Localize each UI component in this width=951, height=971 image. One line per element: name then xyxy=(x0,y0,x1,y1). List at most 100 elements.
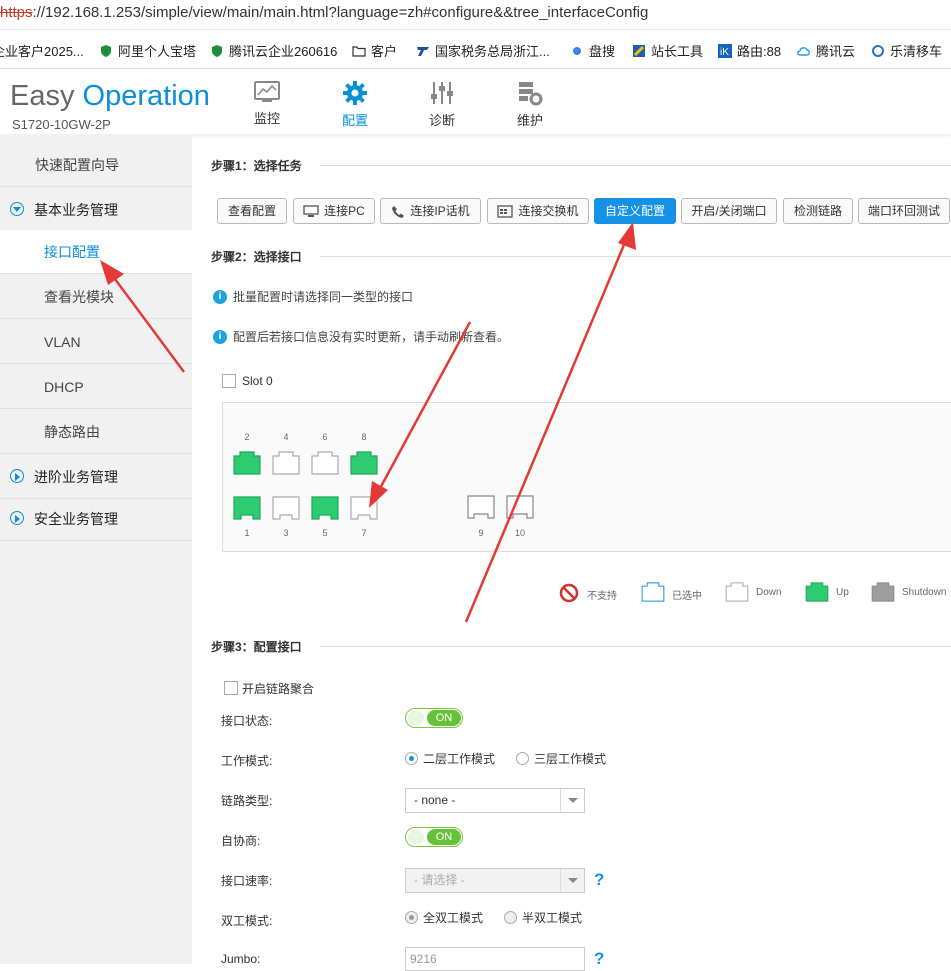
port-number: 8 xyxy=(361,432,367,442)
info-text: 配置后若接口信息没有实时更新，请手动刷新查看。 xyxy=(233,330,510,344)
nav-diagnose[interactable]: 诊断 xyxy=(412,80,472,129)
bookmark-item[interactable]: 乐清移车 xyxy=(871,41,942,60)
task-view-config-button[interactable]: 查看配置 xyxy=(217,198,287,224)
shield-icon xyxy=(212,44,222,57)
nav-label: 维护 xyxy=(516,113,543,128)
port-down-icon xyxy=(350,496,378,520)
legend-up-port xyxy=(805,582,829,605)
cloud-icon xyxy=(797,46,810,56)
brand-operation: Operation xyxy=(82,80,210,112)
divider xyxy=(320,165,951,166)
legend-label: Up xyxy=(836,587,849,598)
select-value: - 请选择 - xyxy=(414,873,465,887)
bookmark-item[interactable]: 客户 xyxy=(352,41,397,60)
link-type-select[interactable]: - none - xyxy=(405,788,585,813)
port-7[interactable] xyxy=(350,496,378,520)
bookmark-item[interactable]: 腾讯云企业260616 xyxy=(210,41,337,60)
autoneg-toggle[interactable]: ON xyxy=(405,827,463,847)
button-label: 连接PC xyxy=(324,204,365,218)
sidebar-group-advanced[interactable]: 进阶业务管理 xyxy=(0,455,192,499)
slot-checkbox[interactable] xyxy=(222,374,236,388)
link-agg-checkbox[interactable] xyxy=(224,681,238,695)
toggle-state: ON xyxy=(427,710,461,726)
port-8[interactable] xyxy=(350,451,378,475)
link-type-label: 链路类型: xyxy=(221,794,273,808)
port-3[interactable] xyxy=(272,496,300,520)
sidebar-item-dhcp[interactable]: DHCP xyxy=(0,365,192,409)
sidebar-item-label: 基本业务管理 xyxy=(34,202,118,218)
bookmark-item[interactable]: iK 路由:88 xyxy=(718,41,781,60)
task-connect-switch-button[interactable]: 连接交换机 xyxy=(487,198,589,224)
bookmark-label: 乐清移车 xyxy=(890,44,943,59)
speed-select[interactable]: - 请选择 - xyxy=(405,868,585,893)
bookmark-item[interactable]: 企业客户2025... xyxy=(0,41,84,60)
bookmark-item[interactable]: 国家税务总局浙江... xyxy=(416,41,550,60)
toggle-state: ON xyxy=(427,829,461,845)
server-gear-icon xyxy=(519,82,543,106)
port-2[interactable] xyxy=(233,451,261,475)
sidebar-group-basic[interactable]: 基本业务管理 xyxy=(0,188,192,232)
port-1[interactable] xyxy=(233,496,261,520)
address-bar[interactable]: https://192.168.1.253/simple/view/main/m… xyxy=(0,0,951,30)
port-up-icon xyxy=(805,582,829,602)
bookmark-item[interactable]: 站长工具 xyxy=(632,41,703,60)
port-10[interactable] xyxy=(506,495,534,519)
bookmark-label: 企业客户2025... xyxy=(0,44,84,59)
link-agg-label: 开启链路聚合 xyxy=(242,682,315,696)
work-mode-label: 工作模式: xyxy=(221,754,273,768)
port-9[interactable] xyxy=(467,495,495,519)
tax-logo-icon xyxy=(417,46,429,56)
sidebar-item-optical-module[interactable]: 查看光模块 xyxy=(0,275,192,319)
button-label: 查看配置 xyxy=(227,204,276,218)
port-down-icon xyxy=(311,451,339,475)
work-mode-l3-radio[interactable] xyxy=(516,752,529,765)
port-selected-icon xyxy=(641,582,665,602)
info-text: 批量配置时请选择同一类型的接口 xyxy=(233,290,414,304)
duplex-half-radio[interactable] xyxy=(504,911,517,924)
port-number: 3 xyxy=(283,528,289,538)
port-status-toggle[interactable]: ON xyxy=(405,708,463,728)
port-sfp-icon xyxy=(506,495,534,519)
bookmark-item[interactable]: 阿里个人宝塔 xyxy=(99,41,196,60)
work-mode-l2-radio[interactable] xyxy=(405,752,418,765)
sidebar-item-vlan[interactable]: VLAN xyxy=(0,320,192,364)
app-header: Easy Operation S1720-10GW-2P 监控 配置 诊断 维护 xyxy=(0,70,951,134)
bookmark-item[interactable]: 盘搜 xyxy=(570,41,615,60)
task-custom-config-button[interactable]: 自定义配置 xyxy=(594,198,676,224)
task-check-link-button[interactable]: 检测链路 xyxy=(783,198,853,224)
port-5[interactable] xyxy=(311,496,339,520)
bookmark-label: 国家税务总局浙江... xyxy=(435,44,550,59)
bookmark-label: 阿里个人宝塔 xyxy=(118,44,197,59)
work-mode-l3-label: 三层工作模式 xyxy=(534,752,607,766)
duplex-label: 双工模式: xyxy=(221,914,273,928)
port-6[interactable] xyxy=(311,451,339,475)
bookmark-item[interactable]: 腾讯云 xyxy=(797,41,855,60)
port-number: 10 xyxy=(514,528,525,538)
nav-maintain[interactable]: 维护 xyxy=(500,80,560,129)
sidebar-group-security[interactable]: 安全业务管理 xyxy=(0,497,192,541)
task-connect-pc-button[interactable]: 连接PC xyxy=(293,198,375,224)
nav-configure[interactable]: 配置 xyxy=(325,80,385,129)
task-toggle-port-button[interactable]: 开启/关闭端口 xyxy=(681,198,777,224)
nav-monitor[interactable]: 监控 xyxy=(237,80,297,127)
button-label: 端口环回测试 xyxy=(867,204,940,218)
sidebar-item-label: 进阶业务管理 xyxy=(34,469,118,485)
nav-label: 诊断 xyxy=(428,113,455,128)
duplex-full-radio[interactable] xyxy=(405,911,418,924)
sidebar-item-quick-wizard[interactable]: 快速配置向导 xyxy=(0,143,192,187)
jumbo-input[interactable]: 9216 xyxy=(405,947,585,971)
port-up-icon xyxy=(233,451,261,475)
port-up-icon xyxy=(350,451,378,475)
bookmark-label: 站长工具 xyxy=(651,44,704,59)
pc-icon xyxy=(303,205,319,218)
port-4[interactable] xyxy=(272,451,300,475)
button-label: 检测链路 xyxy=(793,204,842,218)
sidebar-item-interface-config[interactable]: 接口配置 xyxy=(0,230,192,274)
port-down-icon xyxy=(272,451,300,475)
help-icon[interactable]: ? xyxy=(594,949,604,969)
task-connect-ipphone-button[interactable]: 连接IP话机 xyxy=(380,198,481,224)
sidebar-item-static-route[interactable]: 静态路由 xyxy=(0,410,192,454)
task-loopback-test-button[interactable]: 端口环回测试 xyxy=(858,198,950,224)
help-icon[interactable]: ? xyxy=(594,870,604,890)
legend-label: 已选中 xyxy=(672,591,702,602)
